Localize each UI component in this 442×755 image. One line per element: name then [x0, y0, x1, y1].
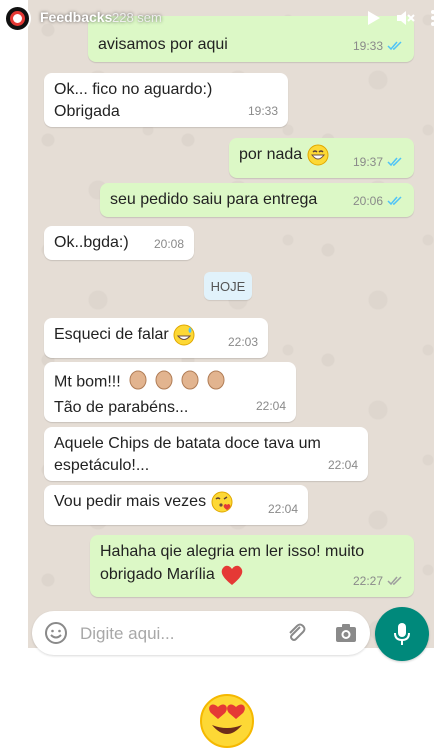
message-text: Hahaha qie alegria em ler isso! muito — [100, 543, 365, 560]
message-text: Tão de parabéns... — [54, 399, 189, 416]
clapping-hands-emoji — [125, 368, 229, 397]
camera-icon[interactable] — [334, 621, 358, 645]
message-text: seu pedido saiu para entrega — [110, 191, 318, 208]
mute-icon[interactable] — [394, 7, 416, 29]
message-text: Ok..bgda:) — [54, 234, 129, 251]
avatar[interactable] — [4, 5, 31, 32]
message-time: 19:33 — [352, 39, 383, 53]
mic-button[interactable] — [375, 607, 429, 661]
more-icon[interactable] — [426, 7, 440, 29]
message-text: Obrigada — [54, 103, 120, 120]
message-text: avisamos por aqui — [98, 36, 228, 53]
message-bubble-outgoing[interactable]: seu pedido saiu para entrega 20:06 — [100, 183, 414, 217]
message-bubble-outgoing[interactable]: Hahaha qie alegria em ler isso! muito ob… — [90, 535, 414, 597]
date-separator: HOJE — [204, 272, 252, 300]
double-check-icon — [387, 157, 402, 167]
message-composer — [32, 611, 370, 655]
double-check-icon — [387, 41, 402, 51]
smiley-icon[interactable] — [44, 621, 68, 645]
message-time: 22:04 — [255, 399, 286, 413]
message-text: Mt bom!!! — [54, 373, 121, 391]
story-username[interactable]: Feedbacks — [40, 9, 112, 25]
grinning-sweat-emoji — [173, 324, 195, 346]
message-bubble-incoming[interactable]: Mt bom!!! Tão de parabéns... 22:04 — [44, 362, 296, 422]
message-text: Vou pedir mais vezes — [54, 493, 207, 511]
grinning-emoji — [307, 144, 329, 166]
message-time: 20:08 — [153, 237, 184, 251]
message-bubble-incoming[interactable]: Vou pedir mais vezes 22:04 — [44, 485, 308, 525]
kissing-heart-emoji — [211, 491, 233, 513]
story-time-ago: 228 sem — [112, 10, 162, 25]
story-header: Feedbacks 228 sem — [0, 0, 442, 36]
message-time: 22:03 — [227, 335, 258, 349]
mic-icon — [394, 623, 410, 645]
message-time: 19:37 — [352, 155, 383, 169]
message-text: por nada — [239, 146, 303, 164]
message-bubble-incoming[interactable]: Aquele Chips de batata doce tava um espe… — [44, 427, 368, 481]
message-time: 22:04 — [327, 458, 358, 472]
double-check-icon — [387, 576, 402, 586]
message-bubble-incoming[interactable]: Esqueci de falar 22:03 — [44, 318, 268, 358]
message-time: 22:04 — [267, 502, 298, 516]
message-text: Esqueci de falar — [54, 326, 169, 344]
message-text: espetáculo!... — [54, 457, 150, 474]
message-text: Aquele Chips de batata doce tava um — [54, 435, 321, 452]
message-time: 22:27 — [352, 574, 383, 588]
message-bubble-outgoing[interactable]: por nada 19:37 — [229, 138, 414, 178]
message-text: Ok... fico no aguardo:) — [54, 81, 213, 98]
message-time: 20:06 — [352, 194, 383, 208]
message-text: obrigado Marília — [100, 566, 215, 584]
message-bubble-incoming[interactable]: Ok... fico no aguardo:) Obrigada 19:33 — [44, 73, 288, 127]
red-heart-emoji — [221, 565, 243, 585]
message-input[interactable] — [78, 619, 282, 649]
play-icon[interactable] — [362, 7, 384, 29]
story-viewer: Feedbacks 228 sem avisamos por aqui 19:3… — [0, 0, 442, 755]
message-time: 19:33 — [247, 104, 278, 118]
paperclip-icon[interactable] — [284, 621, 308, 645]
double-check-icon — [387, 196, 402, 206]
heart-eyes-emoji[interactable] — [199, 693, 255, 749]
message-bubble-incoming[interactable]: Ok..bgda:) 20:08 — [44, 226, 194, 260]
